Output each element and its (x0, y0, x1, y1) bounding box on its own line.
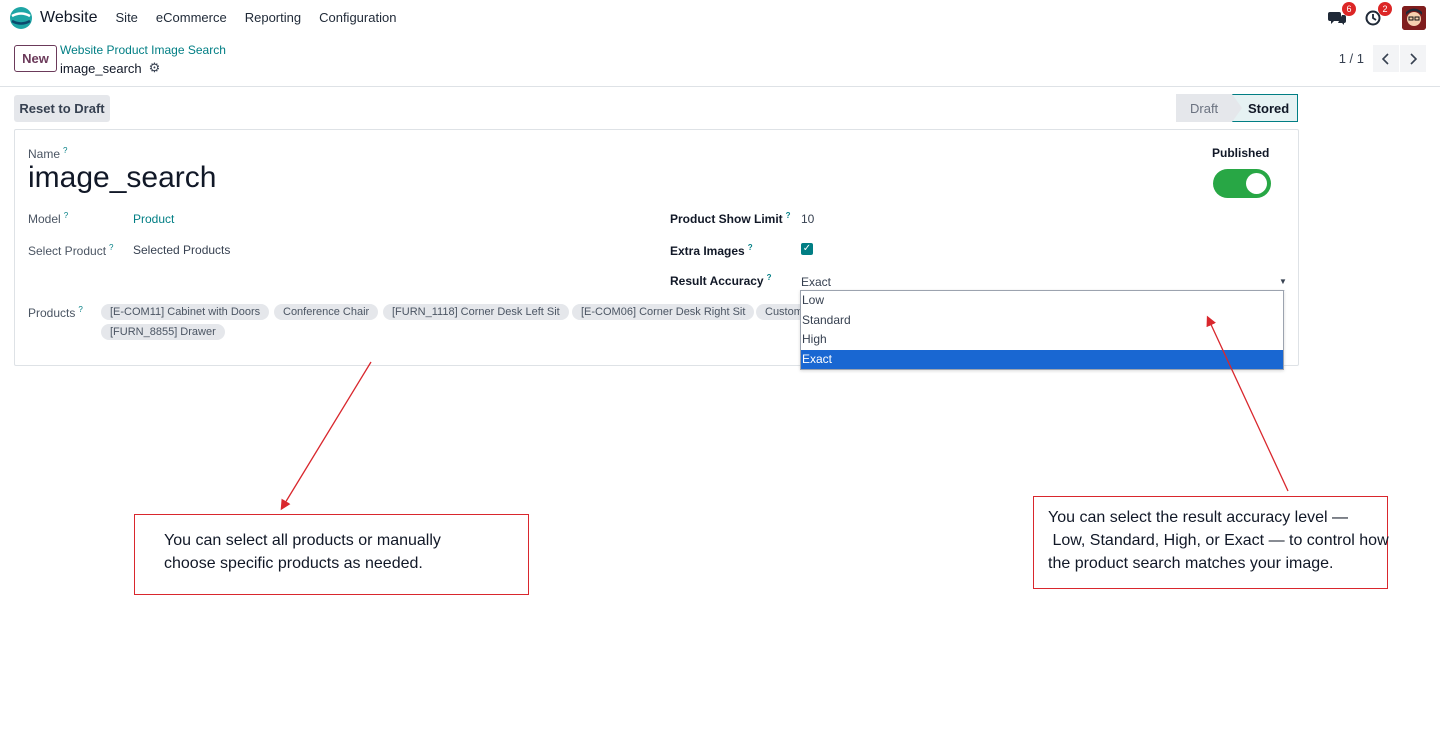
accuracy-label: Result Accuracy? (670, 273, 772, 288)
option-exact[interactable]: Exact (801, 349, 1283, 369)
menu-configuration[interactable]: Configuration (310, 10, 405, 25)
messages-button[interactable]: 6 (1326, 2, 1356, 29)
accuracy-annotation-box: You can select the result accuracy level… (1033, 496, 1389, 589)
select-product-field[interactable]: Selected Products (133, 243, 230, 257)
option-low[interactable]: Low (801, 291, 1283, 311)
accuracy-annotation-line: the product search matches your image. (1048, 555, 1334, 572)
status-bar: Draft Stored (1176, 94, 1298, 122)
breadcrumb: Website Product Image Search image_searc… (60, 43, 226, 76)
user-avatar[interactable] (1402, 6, 1426, 30)
menu-site[interactable]: Site (107, 10, 147, 25)
products-annotation-box: You can select all products or manually … (134, 514, 529, 595)
product-tag[interactable]: [FURN_8855] Drawer (101, 324, 225, 340)
top-navbar: Website Site eCommerce Reporting Configu… (0, 0, 1440, 35)
pager-value[interactable]: 1 / 1 (1339, 51, 1364, 66)
product-tag[interactable]: [FURN_1118] Corner Desk Left Sit (383, 304, 569, 320)
extra-images-checkbox[interactable]: ✓ (801, 243, 813, 255)
product-tag[interactable]: Customizable Desk (756, 304, 801, 320)
messages-badge: 6 (1342, 2, 1356, 16)
accuracy-select[interactable]: Exact (801, 275, 831, 289)
products-label: Products? (28, 305, 83, 320)
option-standard[interactable]: Standard (801, 311, 1283, 331)
avatar-image (1402, 6, 1426, 30)
name-field[interactable]: image_search (28, 161, 216, 195)
main-menu: Site eCommerce Reporting Configuration (107, 10, 406, 25)
menu-ecommerce[interactable]: eCommerce (147, 10, 236, 25)
products-tags: [E-COM11] Cabinet with Doors Conference … (101, 304, 801, 344)
breadcrumb-current: image_search (60, 60, 142, 76)
products-annotation-line: You can select all products or manually (164, 532, 441, 549)
activities-badge: 2 (1378, 2, 1392, 16)
model-field[interactable]: Product (133, 212, 174, 226)
accuracy-annotation-line: You can select the result accuracy level… (1048, 509, 1349, 526)
pager-previous-button[interactable] (1373, 45, 1399, 72)
accuracy-annotation-line: Low, Standard, High, or Exact — to contr… (1048, 532, 1389, 549)
model-label: Model? (28, 211, 69, 226)
product-tag[interactable]: [E-COM11] Cabinet with Doors (101, 304, 270, 320)
chevron-left-icon (1382, 52, 1389, 65)
website-app-icon (10, 6, 32, 29)
menu-reporting[interactable]: Reporting (236, 10, 310, 25)
stage-draft[interactable]: Draft (1176, 94, 1242, 122)
products-annotation-line: choose specific products as needed. (164, 555, 423, 572)
products-arrow (280, 361, 372, 511)
select-product-label: Select Product? (28, 243, 114, 258)
product-tag[interactable]: Conference Chair (274, 304, 379, 320)
control-panel: New Website Product Image Search image_s… (0, 35, 1440, 87)
pager-next-button[interactable] (1400, 45, 1426, 72)
gear-icon[interactable]: ⚙ (149, 60, 161, 76)
accuracy-dropdown-list: Low Standard High Exact (800, 290, 1284, 370)
chevron-right-icon (1410, 52, 1417, 65)
new-button[interactable]: New (14, 45, 57, 72)
app-brand[interactable]: Website (10, 6, 98, 29)
reset-to-draft-button[interactable]: Reset to Draft (14, 95, 110, 122)
pager: 1 / 1 (1339, 45, 1426, 72)
app-name: Website (40, 8, 98, 26)
breadcrumb-current-row: image_search ⚙ (60, 60, 226, 76)
product-tag[interactable]: [E-COM06] Corner Desk Right Sit (572, 304, 755, 320)
name-label: Name? (28, 146, 68, 161)
toggle-knob (1246, 173, 1267, 194)
breadcrumb-parent[interactable]: Website Product Image Search (60, 43, 226, 57)
option-high[interactable]: High (801, 330, 1283, 350)
show-limit-label: Product Show Limit? (670, 211, 791, 226)
systray: 6 2 (1312, 2, 1426, 30)
extra-images-label: Extra Images? (670, 243, 753, 258)
published-label: Published (1212, 146, 1270, 160)
activities-button[interactable]: 2 (1362, 2, 1392, 29)
caret-down-icon[interactable]: ▼ (1279, 277, 1287, 286)
published-toggle[interactable] (1213, 169, 1271, 198)
show-limit-field[interactable]: 10 (801, 212, 814, 226)
